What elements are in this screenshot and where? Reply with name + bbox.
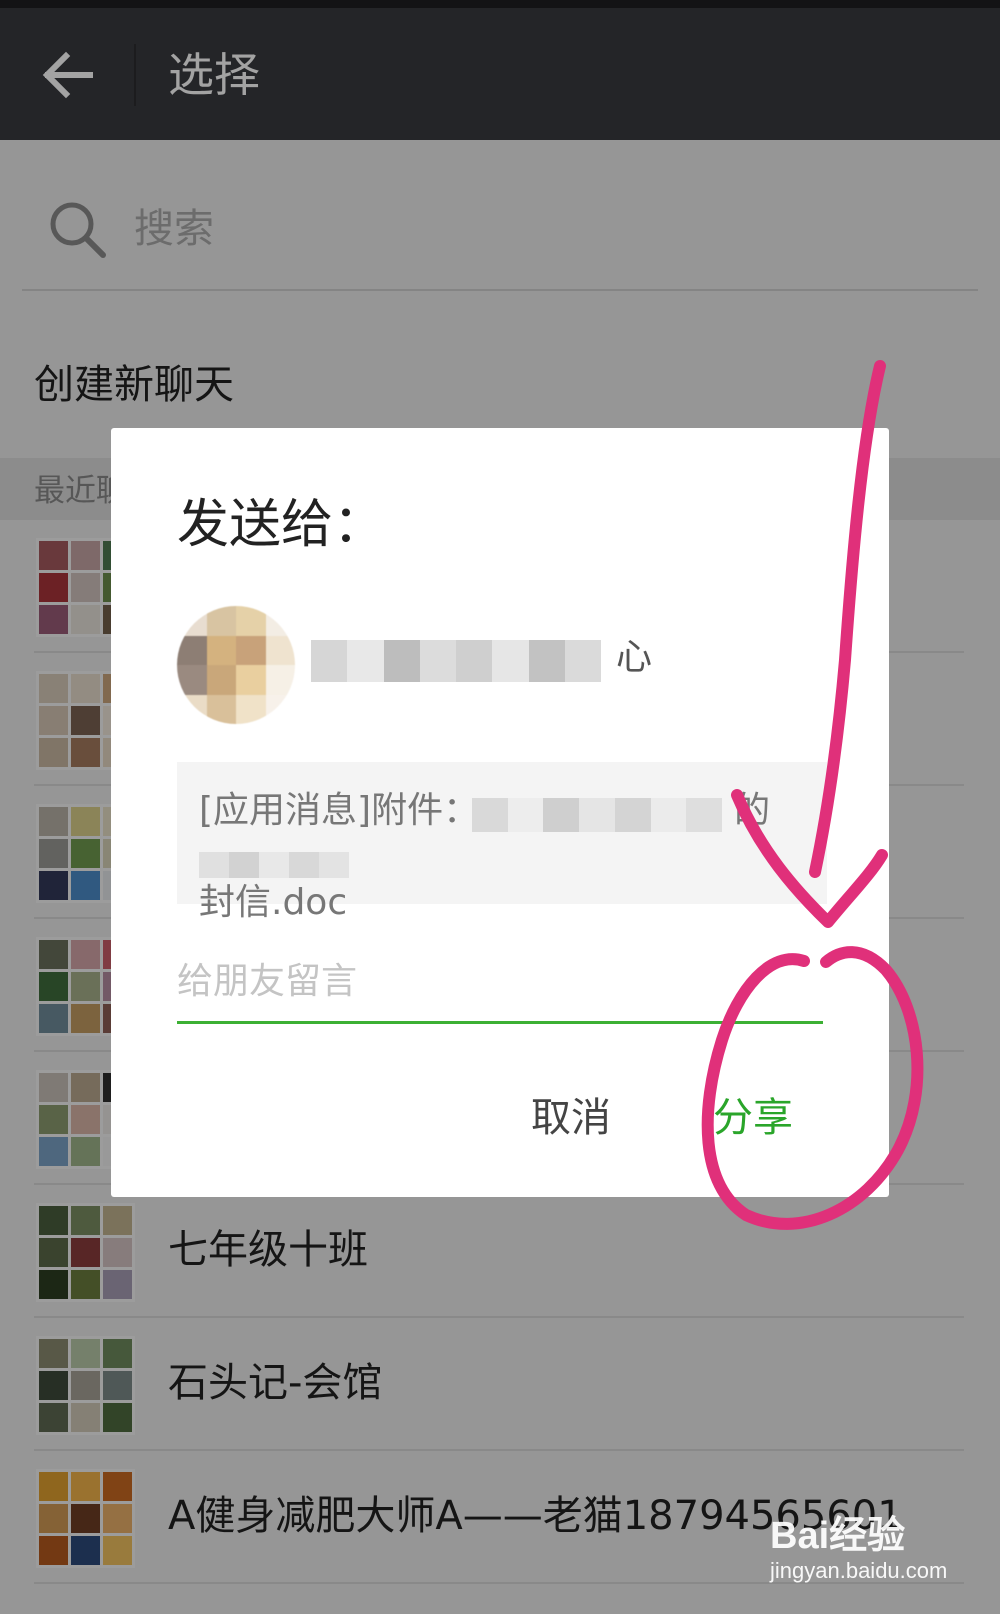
share-button[interactable]: 分享 <box>713 1090 793 1146</box>
message-preview: [应用消息]附件：的一 封信.doc <box>177 762 827 923</box>
dialog-title: 发送给： <box>177 495 386 555</box>
watermark-url: jingyan.baidu.com <box>770 1558 948 1583</box>
baidu-jingyan-watermark: Bai经验 jingyan.baidu.com <box>770 1500 990 1596</box>
recipient-avatar <box>177 606 295 724</box>
recipient-name-blurred <box>311 640 601 682</box>
recipient-name-suffix: 心 <box>616 637 653 678</box>
send-to-dialog: 发送给： 心 [应用消息]附件：的一 封信.doc 取消 分享 <box>111 428 889 1197</box>
message-fragment-2: 封信.doc <box>199 882 348 923</box>
comment-input[interactable] <box>177 956 823 1006</box>
message-redaction-mosaic <box>472 798 723 832</box>
watermark-logo: Bai经验 <box>770 1515 906 1557</box>
comment-underline <box>177 1021 823 1024</box>
message-prefix: [应用消息]附件： <box>199 790 480 831</box>
message-redaction-mosaic-2 <box>199 852 349 878</box>
cancel-button[interactable]: 取消 <box>531 1090 611 1146</box>
